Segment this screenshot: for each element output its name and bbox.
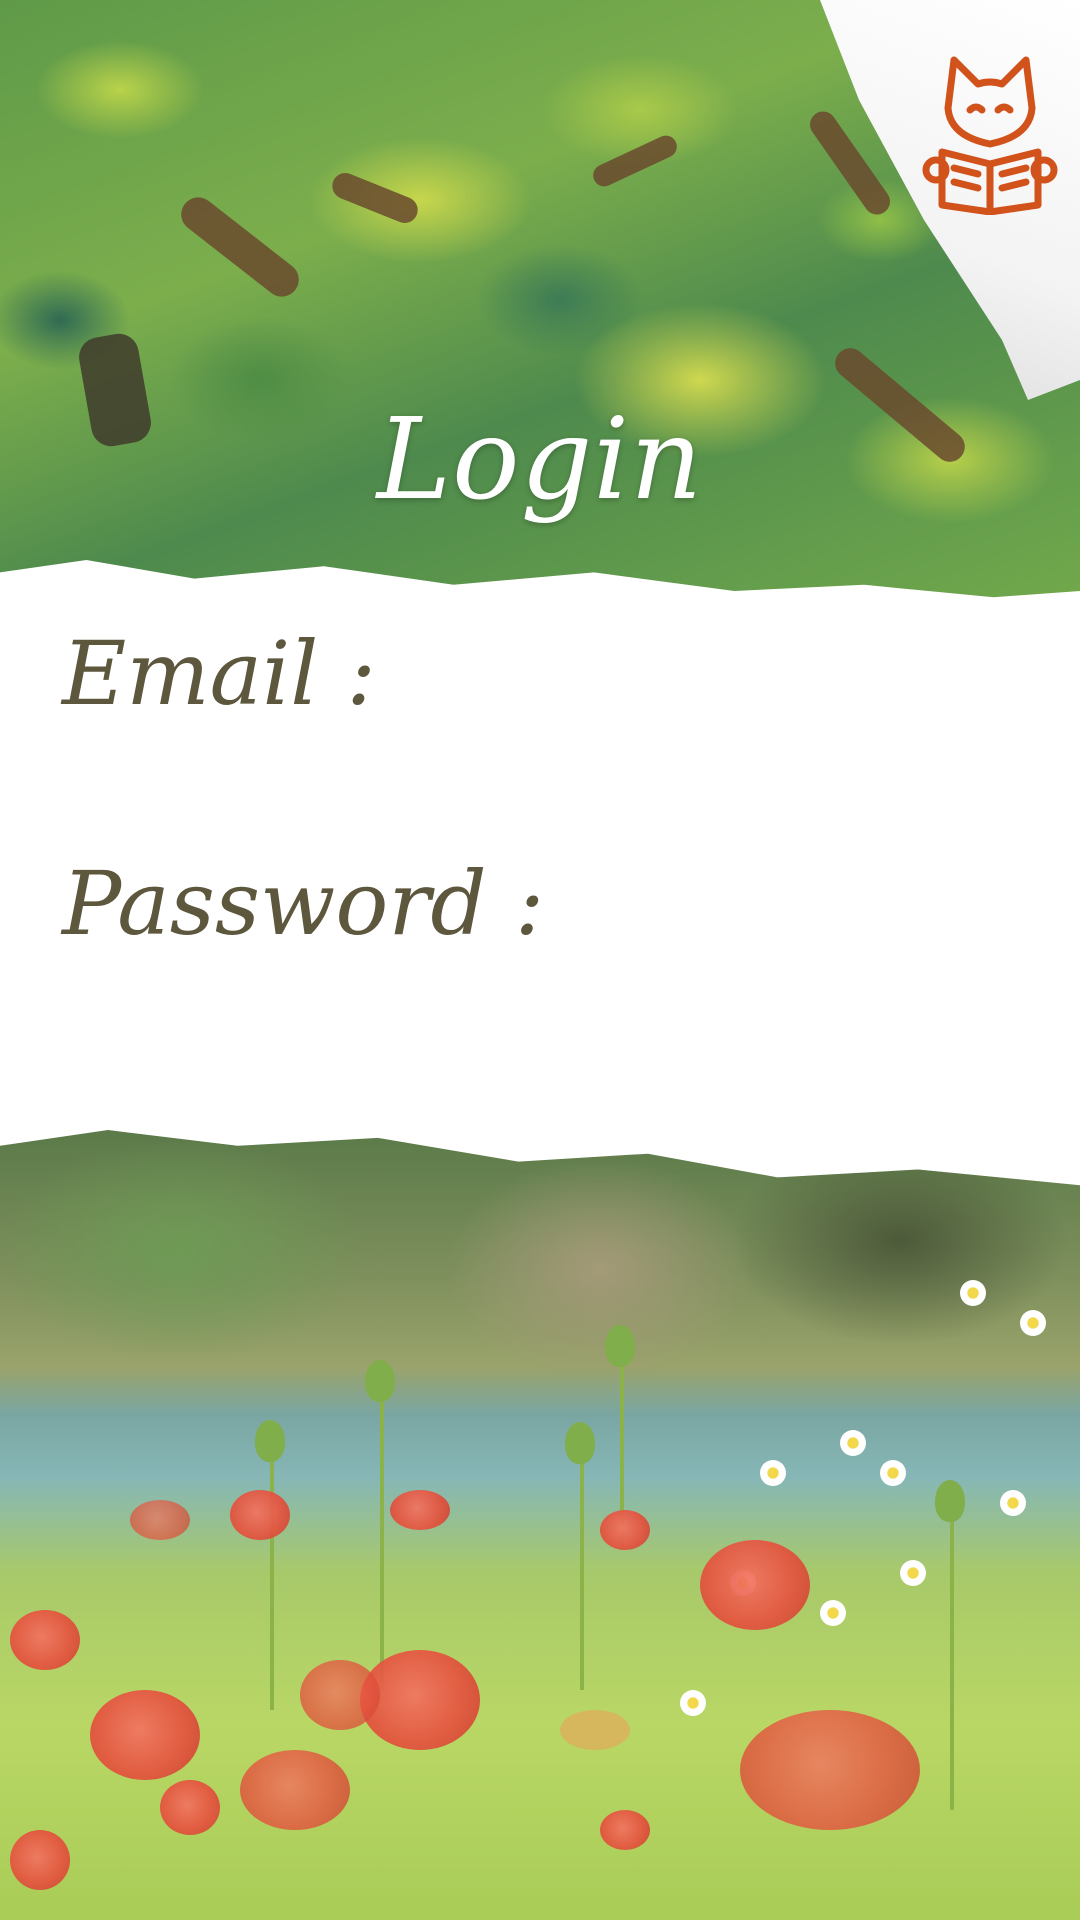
fox-reading-book-icon [922, 56, 1058, 215]
password-label: Password : [62, 852, 545, 955]
email-field[interactable] [62, 730, 1026, 812]
page-title: Login [376, 395, 704, 525]
login-screen: Login Email : Password : [0, 0, 1080, 1920]
password-field[interactable] [62, 960, 1026, 1042]
meadow-background-image [0, 1130, 1080, 1920]
email-label: Email : [62, 622, 377, 725]
